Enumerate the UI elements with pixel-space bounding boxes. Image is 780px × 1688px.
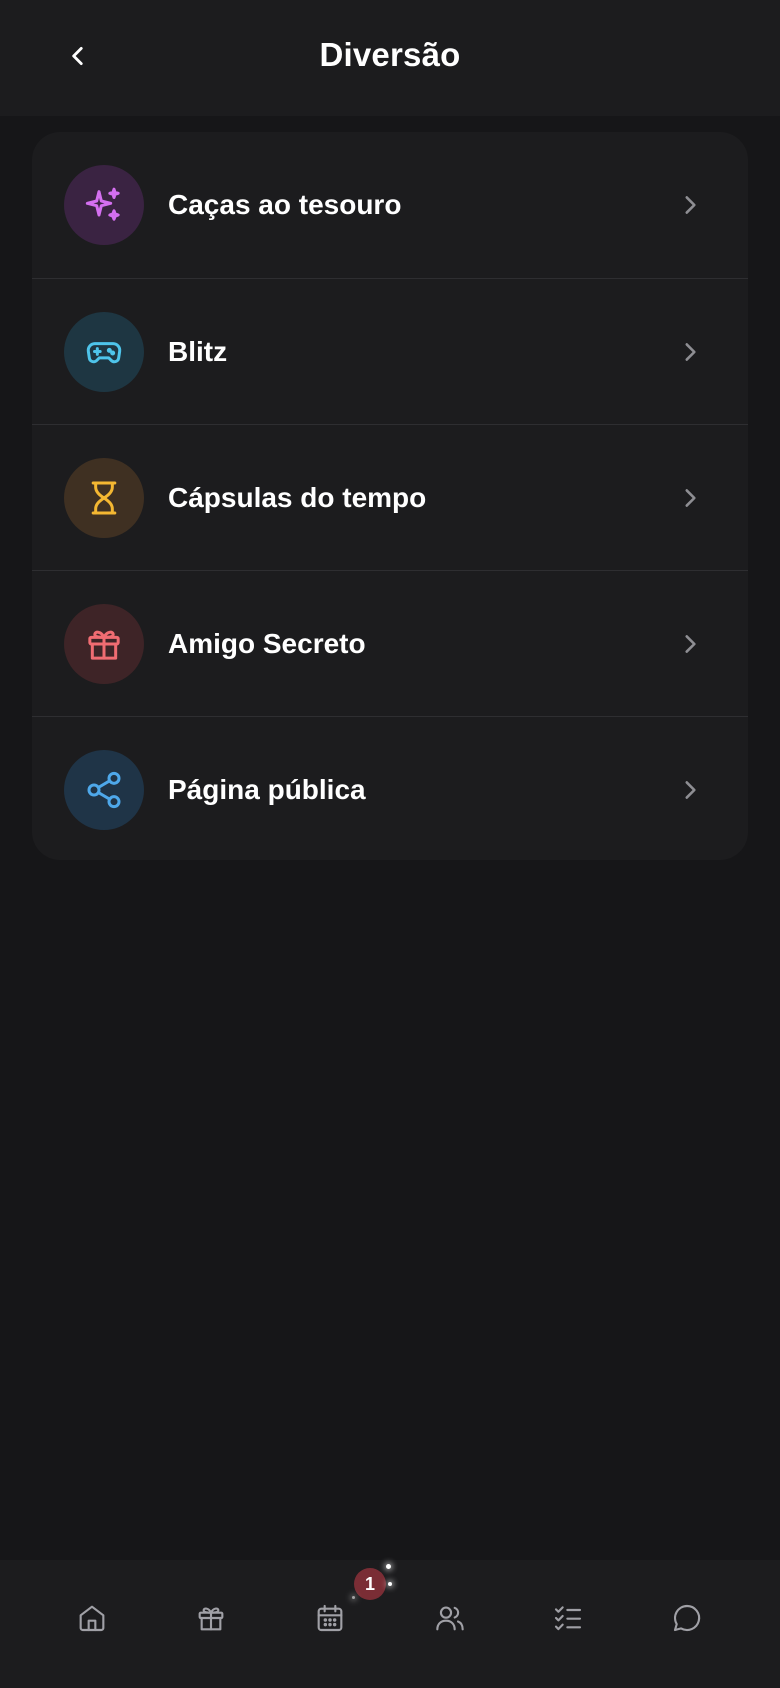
- page-title: Diversão: [319, 36, 461, 73]
- nav-calendar-button[interactable]: [300, 1588, 360, 1648]
- menu-item-icon-badge: [64, 165, 144, 245]
- calendar-icon: [317, 1604, 343, 1632]
- menu-item-public-page[interactable]: Página pública: [32, 716, 748, 860]
- nav-people-button[interactable]: [420, 1588, 480, 1648]
- menu-item-time-capsules[interactable]: Cápsulas do tempo: [32, 424, 748, 570]
- sparkle-decoration: [388, 1582, 392, 1586]
- menu-item-icon-badge: [64, 458, 144, 538]
- menu-item-label: Cápsulas do tempo: [168, 481, 427, 513]
- nav-gifts-button[interactable]: [181, 1588, 241, 1648]
- nav-tasks-button[interactable]: [538, 1588, 598, 1648]
- menu-item-label: Caças ao tesouro: [168, 189, 402, 220]
- menu-item-icon-badge: [64, 312, 144, 392]
- chevron-right-icon: [670, 185, 710, 225]
- sparkle-decoration: [352, 1596, 355, 1599]
- notification-badge: 1: [354, 1568, 386, 1600]
- chevron-right-icon: [670, 624, 710, 664]
- hourglass-icon: [91, 481, 117, 515]
- sparkle-decoration: [386, 1564, 391, 1569]
- menu-item-label: Blitz: [168, 335, 228, 367]
- chat-icon: [673, 1604, 701, 1632]
- menu-item-blitz[interactable]: Blitz: [32, 278, 748, 424]
- top-bar: Diversão: [0, 0, 780, 116]
- gift-icon: [88, 630, 120, 660]
- gamepad-icon: [86, 342, 122, 364]
- gift-icon: [198, 1607, 224, 1631]
- bottom-nav: [0, 1560, 780, 1688]
- menu-item-secret-friend[interactable]: Amigo Secreto: [32, 570, 748, 716]
- users-icon: [436, 1606, 464, 1631]
- nav-chat-button[interactable]: [657, 1588, 717, 1648]
- chevron-right-icon: [670, 770, 710, 810]
- share-icon: [87, 771, 121, 809]
- app-root: Diversão Caças ao tesouro Blitz Cápsulas…: [0, 0, 780, 1688]
- menu-item-icon-badge: [64, 750, 144, 830]
- menu-item-treasure-hunts[interactable]: Caças ao tesouro: [32, 132, 748, 278]
- menu-item-label: Amigo Secreto: [168, 627, 366, 659]
- chevron-right-icon: [670, 332, 710, 372]
- nav-home-button[interactable]: [62, 1588, 122, 1648]
- menu-item-label: Página pública: [168, 773, 366, 805]
- menu-card: Caças ao tesouro Blitz Cápsulas do tempo…: [32, 132, 748, 860]
- chevron-right-icon: [670, 478, 710, 518]
- sparkles-icon: [85, 187, 120, 221]
- checklist-icon: [554, 1606, 582, 1631]
- home-icon: [79, 1605, 105, 1632]
- menu-item-icon-badge: [64, 604, 144, 684]
